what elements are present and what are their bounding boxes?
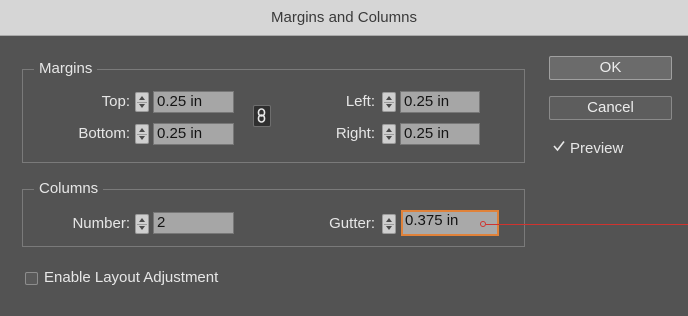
layout-adjustment-label[interactable]: Enable Layout Adjustment	[44, 269, 218, 287]
window-title: Margins and Columns	[271, 9, 417, 26]
gutter-stepper[interactable]	[382, 214, 396, 234]
stepper-down-icon[interactable]	[386, 104, 392, 108]
stepper-up-icon[interactable]	[139, 96, 145, 100]
left-margin-field[interactable]: 0.25 in	[400, 91, 480, 113]
stepper-up-icon[interactable]	[386, 218, 392, 222]
top-label: Top:	[101, 93, 130, 110]
layout-adjustment-checkbox[interactable]	[25, 272, 38, 285]
bottom-label: Bottom:	[78, 125, 130, 142]
stepper-up-icon[interactable]	[386, 128, 392, 132]
bottom-stepper[interactable]	[135, 124, 149, 144]
number-label: Number:	[72, 215, 130, 232]
stepper-up-icon[interactable]	[139, 218, 145, 222]
number-of-columns-field[interactable]: 2	[153, 212, 234, 234]
stepper-down-icon[interactable]	[139, 226, 145, 230]
left-stepper[interactable]	[382, 92, 396, 112]
chain-link-icon[interactable]	[253, 105, 271, 127]
title-bar: Margins and Columns	[0, 0, 688, 36]
stepper-down-icon[interactable]	[139, 104, 145, 108]
right-margin-field[interactable]: 0.25 in	[400, 123, 480, 145]
columns-group-label: Columns	[34, 180, 104, 198]
margins-group-label: Margins	[34, 60, 98, 78]
gutter-label: Gutter:	[329, 215, 375, 232]
right-stepper[interactable]	[382, 124, 396, 144]
margins-group	[22, 69, 525, 163]
left-label: Left:	[345, 93, 375, 110]
stepper-down-icon[interactable]	[386, 226, 392, 230]
preview-label[interactable]: Preview	[570, 140, 623, 158]
annotation-line	[486, 224, 688, 225]
bottom-margin-field[interactable]: 0.25 in	[153, 123, 234, 145]
right-label: Right:	[335, 125, 375, 142]
checkmark-icon	[553, 141, 565, 152]
stepper-down-icon[interactable]	[386, 136, 392, 140]
number-stepper[interactable]	[135, 214, 149, 234]
stepper-up-icon[interactable]	[386, 96, 392, 100]
stepper-down-icon[interactable]	[139, 136, 145, 140]
cancel-button[interactable]: Cancel	[549, 96, 672, 120]
top-margin-field[interactable]: 0.25 in	[153, 91, 234, 113]
stepper-up-icon[interactable]	[139, 128, 145, 132]
ok-button[interactable]: OK	[549, 56, 672, 80]
preview-checkbox[interactable]	[552, 139, 566, 153]
top-stepper[interactable]	[135, 92, 149, 112]
dialog-body: Margins Top: 0.25 in Bottom: 0.25 in Lef…	[0, 36, 688, 316]
